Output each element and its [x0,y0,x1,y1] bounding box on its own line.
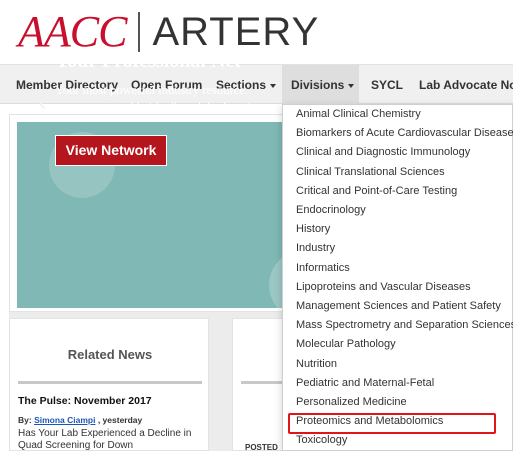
view-network-button[interactable]: View Network [55,135,167,166]
menu-item-personalized-medicine[interactable]: Personalized Medicine [296,393,407,412]
caret-down-icon [348,83,355,88]
menu-item-pediatric-and-maternal-fetal[interactable]: Pediatric and Maternal-Fetal [296,374,434,393]
hero-description: Your most powerful industry resource. yo… [55,82,251,116]
menu-item-endocrinology[interactable]: Endocrinology [296,201,366,220]
hero-title: Your Professional Net [55,50,241,72]
nav-label: Divisions [291,78,345,92]
chevron-left-icon[interactable]: ‹ [38,94,47,116]
menu-item-mass-spectrometry-and-separation-sciences[interactable]: Mass Spectrometry and Separation Science… [296,316,513,335]
nav-divisions[interactable]: Divisions [282,65,359,105]
menu-item-management-sciences-and-patient-safety[interactable]: Management Sciences and Patient Safety [296,297,501,316]
menu-item-biomarkers-of-acute-cardiovascular-diseases[interactable]: Biomarkers of Acute Cardiovascular Disea… [296,124,513,143]
hero-text-line: Your most powerful industry resource. [55,83,248,97]
menu-item-informatics[interactable]: Informatics [296,259,350,278]
highlight-box [288,413,496,434]
news-snippet: Has Your Lab Experienced a Decline in Qu… [18,428,192,451]
byline-time: , yesterday [95,415,143,425]
caret-down-icon [270,83,277,88]
byline-label: By: [18,415,35,425]
news-title[interactable]: The Pulse: November 2017 [18,395,152,407]
logo-artery: ARTERY [152,10,320,54]
menu-item-clinical-and-diagnostic-immunology[interactable]: Clinical and Diagnostic Immunology [296,143,470,162]
posted-label: POSTED [245,443,278,451]
menu-item-lipoproteins-and-vascular-diseases[interactable]: Lipoproteins and Vascular Diseases [296,278,471,297]
nav-label: Lab Advocate Now [419,78,513,92]
menu-item-clinical-translational-sciences[interactable]: Clinical Translational Sciences [296,163,445,182]
related-news-heading: Related News [67,347,153,362]
nav-sycl[interactable]: SYCL [371,65,403,105]
nav-lab-advocate-now[interactable]: Lab Advocate Now [419,65,513,105]
author-link[interactable]: Simona Ciampi [34,415,95,425]
hero-text-line: your peers worldwide. Search by locati [55,100,251,114]
logo-aacc: AACC [18,7,127,56]
logo-divider [138,12,141,52]
menu-item-history[interactable]: History [296,220,330,239]
news-byline: By: Simona Ciampi , yesterday [18,415,142,425]
related-news-card: Related News The Pulse: November 2017 By… [9,318,209,451]
menu-item-animal-clinical-chemistry[interactable]: Animal Clinical Chemistry [296,105,421,124]
menu-item-critical-and-point-of-care-testing[interactable]: Critical and Point-of-Care Testing [296,182,457,201]
menu-item-toxicology[interactable]: Toxicology [296,431,347,450]
divider [18,381,202,384]
menu-item-molecular-pathology[interactable]: Molecular Pathology [296,335,396,354]
menu-item-industry[interactable]: Industry [296,239,335,258]
nav-label: SYCL [371,78,404,92]
menu-item-nutrition[interactable]: Nutrition [296,355,337,374]
